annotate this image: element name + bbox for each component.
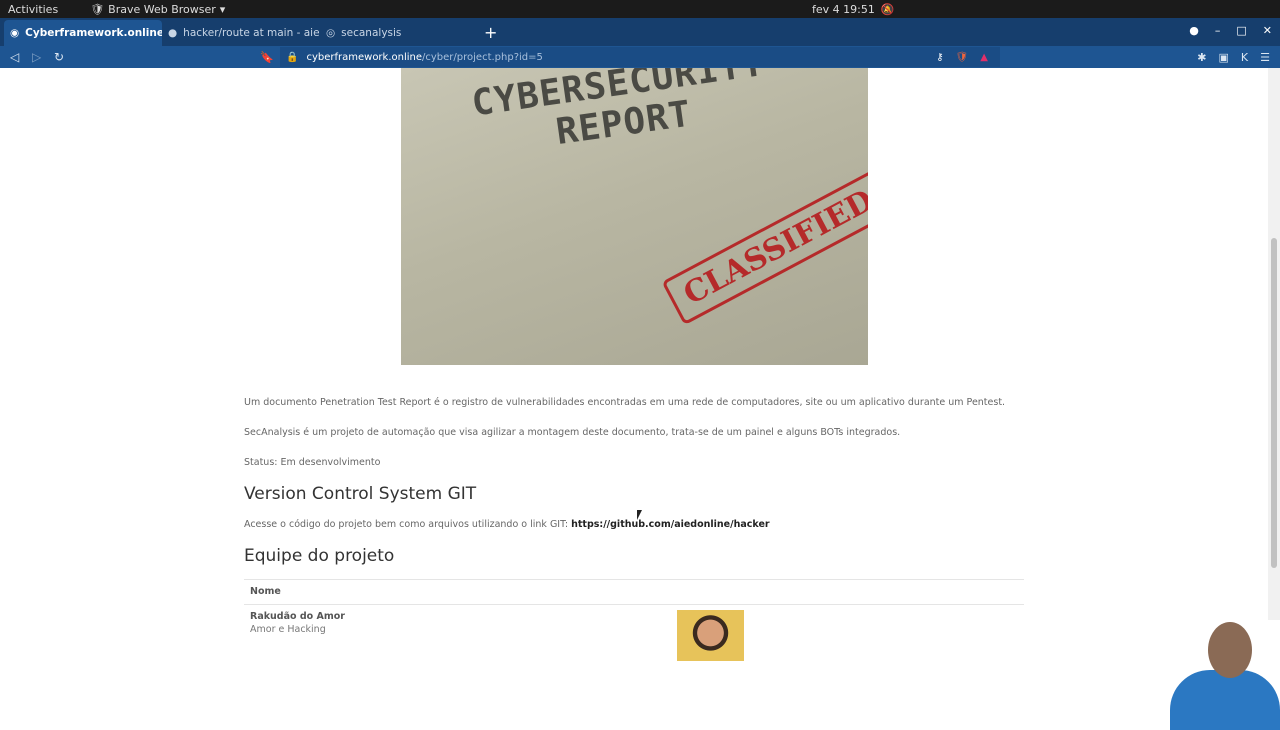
tab-secanalysis[interactable]: ◎ secanalysis — [320, 20, 478, 46]
menu-icon[interactable]: ☰ — [1260, 51, 1270, 64]
app-menu[interactable]: 🛡 Brave Web Browser ▾ — [90, 3, 225, 16]
bookmark-icon[interactable]: 🔖 — [260, 51, 274, 64]
table-header-nome: Nome — [244, 580, 1024, 605]
team-table: Nome Rakudão do Amor Amor e Hacking — [244, 579, 1024, 665]
forward-button[interactable]: ▷ — [32, 50, 44, 64]
new-tab-button[interactable]: + — [484, 23, 497, 42]
key-icon[interactable]: ⚷ — [936, 52, 943, 63]
tab-cyberframework[interactable]: ◉Cyberframework.online✕ — [4, 20, 162, 46]
clock[interactable]: fev 4 19:51 🔕 — [812, 3, 895, 16]
extension-k-icon[interactable]: K — [1241, 51, 1248, 64]
location-icon[interactable]: ● — [1189, 24, 1199, 37]
os-top-bar: Activities 🛡 Brave Web Browser ▾ fev 4 19:… — [0, 0, 1280, 18]
lock-icon: 🔒 — [286, 51, 299, 63]
status-text: Status: Em desenvolvimento — [244, 457, 381, 468]
scrollbar-thumb[interactable] — [1271, 238, 1277, 568]
maximize-button[interactable]: □ — [1236, 24, 1246, 37]
member-role: Amor e Hacking — [250, 624, 326, 635]
activities-button[interactable]: Activities — [8, 3, 58, 16]
tab-bar: ◉Cyberframework.online✕ ●hacker/route at… — [0, 18, 1280, 46]
brave-rewards-icon[interactable]: ▲ — [980, 52, 988, 63]
notifications-off-icon: 🔕 — [880, 2, 895, 16]
member-avatar — [677, 610, 744, 661]
nav-bar: ◁ ▷ ↻ 🔖 🔒 cyberframework.online/cyber/pr… — [0, 46, 1280, 68]
git-link[interactable]: https://github.com/aiedonline/hacker — [571, 519, 769, 530]
description-paragraph: Um documento Penetration Test Report é o… — [244, 397, 1006, 408]
git-paragraph: Acesse o código do projeto bem como arqu… — [244, 519, 770, 530]
minimize-button[interactable]: – — [1215, 24, 1221, 37]
page-content: CYBERSECURITY REPORT CLASSIFIED Um docume… — [0, 68, 1268, 720]
extensions-icon[interactable]: ✱ — [1197, 51, 1206, 64]
brave-shields-icon[interactable]: 🛡 — [956, 52, 969, 63]
tab-github[interactable]: ●hacker/route at main - aiedon — [162, 20, 320, 46]
site-icon: ◎ — [326, 27, 336, 39]
back-button[interactable]: ◁ — [10, 50, 22, 64]
address-bar[interactable]: 🔒 cyberframework.online/cyber/project.ph… — [280, 47, 1000, 67]
team-heading: Equipe do projeto — [244, 546, 395, 566]
github-icon: ● — [168, 27, 178, 39]
member-name: Rakudão do Amor — [250, 611, 345, 622]
vcs-heading: Version Control System GIT — [244, 484, 477, 504]
wallet-icon[interactable]: ▣ — [1219, 51, 1229, 64]
secanalysis-paragraph: SecAnalysis é um projeto de automação qu… — [244, 427, 901, 438]
close-window-button[interactable]: ✕ — [1263, 24, 1272, 37]
table-row: Rakudão do Amor Amor e Hacking — [244, 605, 1024, 665]
webcam-overlay — [1150, 620, 1280, 730]
reload-button[interactable]: ↻ — [54, 50, 66, 64]
cybersecurity-report-image: CYBERSECURITY REPORT CLASSIFIED — [401, 68, 868, 365]
globe-icon: ◉ — [10, 27, 20, 39]
caret-down-icon: ▾ — [219, 2, 226, 16]
mouse-cursor — [637, 510, 642, 520]
brave-icon: 🛡 — [90, 2, 105, 16]
